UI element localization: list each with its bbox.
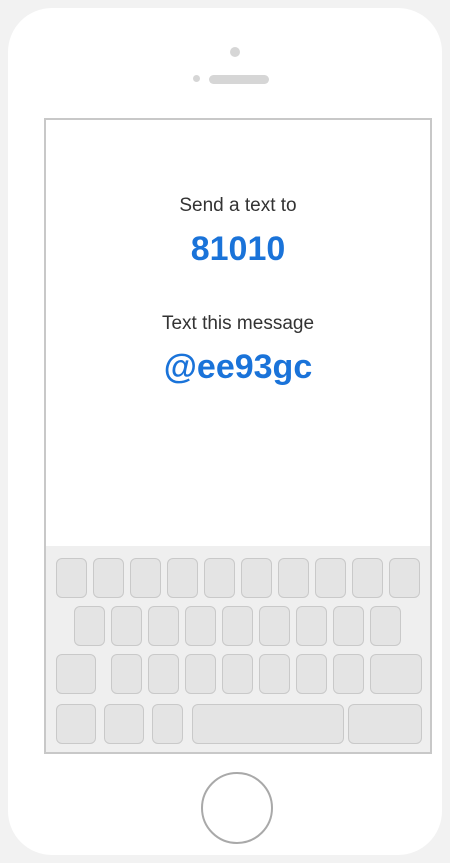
keyboard-key[interactable]	[185, 654, 216, 694]
keyboard-key[interactable]	[152, 704, 183, 744]
keyboard-key[interactable]	[222, 654, 253, 694]
keyboard-key[interactable]	[348, 704, 422, 744]
keyboard-key[interactable]	[333, 654, 364, 694]
keyboard-key[interactable]	[296, 606, 327, 646]
keyboard-key[interactable]	[74, 606, 105, 646]
keyboard-key[interactable]	[241, 558, 272, 598]
keyboard-key[interactable]	[104, 704, 144, 744]
keyboard-key[interactable]	[352, 558, 383, 598]
keyboard	[46, 546, 430, 752]
keyboard-key[interactable]	[148, 606, 179, 646]
keyboard-key[interactable]	[56, 654, 96, 694]
keyboard-key[interactable]	[185, 606, 216, 646]
keyboard-key[interactable]	[148, 654, 179, 694]
keyboard-key[interactable]	[222, 606, 253, 646]
keyboard-key[interactable]	[192, 704, 344, 744]
keyboard-key[interactable]	[333, 606, 364, 646]
keyboard-key[interactable]	[278, 558, 309, 598]
keyboard-key[interactable]	[167, 558, 198, 598]
keyboard-key[interactable]	[130, 558, 161, 598]
keyboard-key[interactable]	[370, 606, 401, 646]
message-label: Text this message	[161, 313, 315, 334]
keyboard-key[interactable]	[204, 558, 235, 598]
keyboard-key[interactable]	[296, 654, 327, 694]
home-button[interactable]	[201, 772, 273, 844]
phone-frame: Send a text to 81010 Text this message @…	[8, 8, 442, 855]
message-code: @ee93gc	[163, 348, 313, 386]
keyboard-key[interactable]	[111, 654, 142, 694]
speaker-icon	[209, 75, 269, 84]
keyboard-key[interactable]	[111, 606, 142, 646]
keyboard-key[interactable]	[56, 704, 96, 744]
send-text-label: Send a text to	[179, 195, 297, 216]
phone-screen: Send a text to 81010 Text this message @…	[44, 118, 432, 754]
sensor-dot-icon	[193, 75, 200, 82]
phone-number: 81010	[190, 230, 286, 268]
keyboard-key[interactable]	[259, 606, 290, 646]
camera-dot-icon	[230, 47, 240, 57]
keyboard-key[interactable]	[370, 654, 422, 694]
keyboard-key[interactable]	[93, 558, 124, 598]
keyboard-key[interactable]	[389, 558, 420, 598]
keyboard-key[interactable]	[56, 558, 87, 598]
message-instructions: Send a text to 81010 Text this message @…	[46, 120, 430, 546]
keyboard-key[interactable]	[315, 558, 346, 598]
keyboard-key[interactable]	[259, 654, 290, 694]
